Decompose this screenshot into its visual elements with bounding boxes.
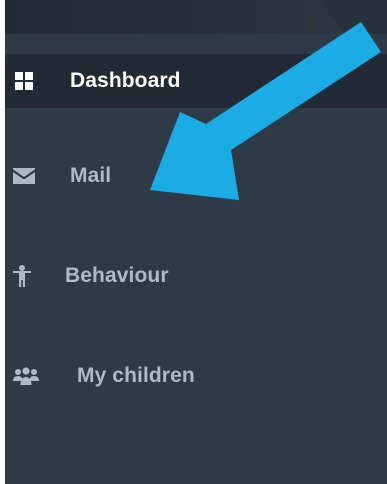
sidebar-item-label: Mail xyxy=(70,164,112,187)
mail-envelope-icon xyxy=(13,167,35,185)
users-group-icon xyxy=(13,367,39,385)
sidebar-item-label: My children xyxy=(77,364,195,387)
sidebar-item-my-children[interactable]: My children xyxy=(5,350,387,402)
sidebar-item-dashboard[interactable]: Dashboard xyxy=(5,54,387,108)
sidebar-nav: Dashboard Mail Behaviour My children xyxy=(5,0,387,484)
sidebar-item-behaviour[interactable]: Behaviour xyxy=(5,250,387,302)
dashboard-grid-icon xyxy=(13,72,35,90)
sidebar-item-mail[interactable]: Mail xyxy=(5,150,387,202)
sidebar-item-label: Behaviour xyxy=(65,264,169,287)
person-icon xyxy=(11,265,33,287)
sidebar-top-bar xyxy=(5,0,387,34)
sidebar-item-label: Dashboard xyxy=(70,69,181,92)
top-bar-shade xyxy=(5,0,345,34)
